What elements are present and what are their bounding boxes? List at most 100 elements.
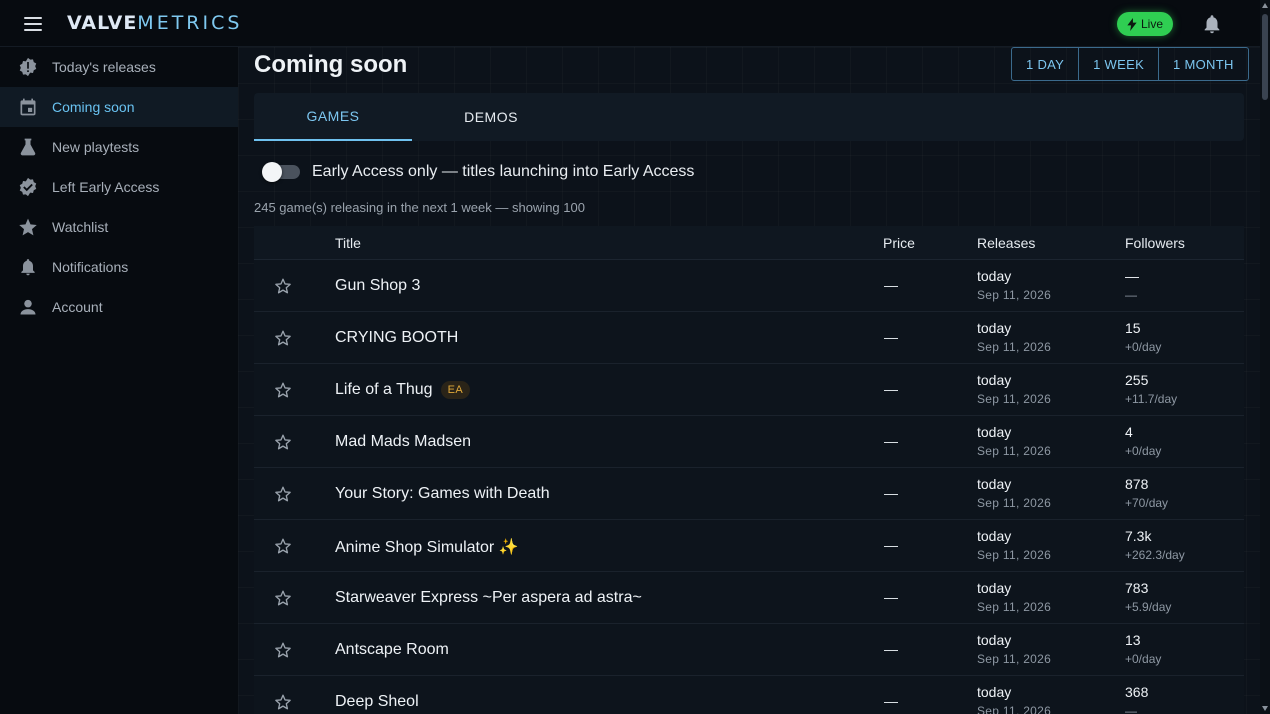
page-title: Coming soon <box>254 51 408 78</box>
table-row[interactable]: Gun Shop 3— today Sep 11, 2026— — <box>254 260 1244 312</box>
star-outline-icon[interactable] <box>274 277 292 295</box>
table-row[interactable]: Deep Sheol — today Sep 11, 2026 368 — <box>254 676 1244 714</box>
price-value: — <box>884 433 898 449</box>
game-title-link[interactable]: Your Story: Games with Death <box>335 485 550 503</box>
game-title-cell: Life of a Thug EA <box>335 381 471 399</box>
followers-rate: +0/day <box>1125 652 1162 666</box>
release-date: Sep 11, 2026 <box>977 704 1052 714</box>
star-outline-icon[interactable] <box>274 693 292 711</box>
followers-count: 878 <box>1125 476 1149 492</box>
early-access-badge: EA <box>440 381 471 399</box>
game-title-link[interactable]: Deep Sheol <box>335 693 419 711</box>
star-outline-icon[interactable] <box>274 329 292 347</box>
sidebar-item-label: Notifications <box>52 259 129 275</box>
column-header-releases[interactable]: Releases <box>977 235 1035 251</box>
table-row[interactable]: Antscape Room — today Sep 11, 2026 13 +0/day <box>254 624 1244 676</box>
scroll-up-arrow-icon[interactable] <box>1262 3 1268 8</box>
followers-rate: +0/day <box>1125 444 1162 458</box>
sidebar-item-label: Left Early Access <box>52 179 160 195</box>
star-outline-icon[interactable] <box>274 641 292 659</box>
release-date: Sep 11, 2026 <box>977 652 1052 666</box>
tab-demos[interactable]: DEMOS <box>412 93 570 141</box>
star-outline-icon[interactable] <box>274 485 292 503</box>
release-date: Sep 11, 2026 <box>977 444 1052 458</box>
bell-icon <box>21 259 35 276</box>
table-row[interactable]: CRYING BOOTH — today Sep 11, 2026 15 +0/day <box>254 312 1244 364</box>
game-title-link[interactable]: Anime Shop Simulator ✨ <box>335 537 519 557</box>
table-row[interactable]: Starweaver Express ~Per aspera ad astra~… <box>254 572 1244 624</box>
range-1-week-button[interactable]: 1 WEEK <box>1078 48 1158 80</box>
game-title-cell: Deep Sheol <box>335 693 419 711</box>
price-value: — <box>884 537 898 553</box>
release-date: Sep 11, 2026 <box>977 548 1052 562</box>
star-outline-icon[interactable] <box>274 537 292 555</box>
range-1-day-button[interactable]: 1 DAY <box>1012 48 1078 80</box>
game-title-link[interactable]: Mad Mads Madsen <box>335 433 471 451</box>
game-title-link[interactable]: Gun Shop 3 <box>335 277 420 295</box>
price-value: — <box>884 277 898 293</box>
price-value: — <box>884 589 898 605</box>
hamburger-menu-icon[interactable] <box>24 13 46 35</box>
followers-count: 13 <box>1125 632 1141 648</box>
table-row[interactable]: Mad Mads Madsen — today Sep 11, 2026 4 +0/day <box>254 416 1244 468</box>
column-header-title[interactable]: Title <box>335 235 361 251</box>
game-title-cell: Gun Shop 3 <box>335 277 420 295</box>
table-row[interactable]: Anime Shop Simulator ✨ — today Sep 11, 2026… <box>254 520 1244 572</box>
table-row[interactable]: Your Story: Games with Death — today Sep 11… <box>254 468 1244 520</box>
followers-count: 15 <box>1125 320 1141 336</box>
live-label: Live <box>1140 17 1163 31</box>
early-access-toggle[interactable] <box>262 162 300 182</box>
followers-count: 368 <box>1125 684 1149 700</box>
game-title-cell: Antscape Room <box>335 641 449 659</box>
logo-bold-text: VALVE <box>67 12 138 34</box>
scrollbar-thumb[interactable] <box>1262 14 1268 100</box>
price-value: — <box>884 641 898 657</box>
release-cell: today Sep 11, 2026 <box>977 580 1051 614</box>
live-status-chip[interactable]: Live <box>1117 12 1173 36</box>
game-title-link[interactable]: Life of a Thug <box>335 381 433 399</box>
table-row[interactable]: Life of a Thug EA — today Sep 11, 2026 255 +11… <box>254 364 1244 416</box>
app-logo[interactable]: VALVEMETRICS <box>67 12 242 34</box>
sidebar: Today's releases Coming soon New playtes… <box>0 47 238 714</box>
sidebar-item-account[interactable]: Account <box>0 287 238 327</box>
results-summary: 245 game(s) releasing in the next 1 week… <box>254 200 585 215</box>
release-relative: today <box>977 424 1012 440</box>
toggle-knob <box>262 162 282 182</box>
early-access-toggle-label: Early Access only — titles launching int… <box>312 163 695 180</box>
top-app-bar: VALVEMETRICS Live <box>0 0 1270 47</box>
tab-games[interactable]: GAMES <box>254 93 412 141</box>
scroll-down-arrow-icon[interactable] <box>1262 706 1268 711</box>
game-title-link[interactable]: Antscape Room <box>335 641 449 659</box>
sidebar-item-left-early-access[interactable]: Left Early Access <box>0 167 238 207</box>
page-scrollbar[interactable] <box>1260 0 1270 714</box>
bell-icon[interactable] <box>1201 13 1223 35</box>
sidebar-item-notifications[interactable]: Notifications <box>0 247 238 287</box>
game-title-link[interactable]: CRYING BOOTH <box>335 329 458 347</box>
followers-cell: 368 — <box>1125 684 1148 714</box>
range-1-month-button[interactable]: 1 MONTH <box>1158 48 1248 80</box>
main-content: Coming soon 1 DAY 1 WEEK 1 MONTH GAMES D… <box>238 47 1260 714</box>
price-value: — <box>884 693 898 709</box>
star-outline-icon[interactable] <box>274 433 292 451</box>
game-title-link[interactable]: Starweaver Express ~Per aspera ad astra~ <box>335 589 642 607</box>
release-cell: today Sep 11, 2026 <box>977 372 1051 406</box>
star-outline-icon[interactable] <box>274 589 292 607</box>
sidebar-item-new-playtests[interactable]: New playtests <box>0 127 238 167</box>
game-title-cell: Starweaver Express ~Per aspera ad astra~ <box>335 589 642 607</box>
followers-rate: — <box>1125 288 1137 302</box>
sidebar-item-coming-soon[interactable]: Coming soon <box>0 87 238 127</box>
followers-count: — <box>1125 268 1139 284</box>
column-header-followers[interactable]: Followers <box>1125 235 1185 251</box>
release-cell: today Sep 11, 2026 <box>977 528 1051 562</box>
followers-rate: +5.9/day <box>1125 600 1172 614</box>
table-header: Title Price Releases Followers <box>254 226 1244 260</box>
sidebar-item-watchlist[interactable]: Watchlist <box>0 207 238 247</box>
release-relative: today <box>977 528 1012 544</box>
star-outline-icon[interactable] <box>274 381 292 399</box>
table-body: Gun Shop 3 — today Sep 11, 2026 — — CRYING BOO… <box>254 260 1244 714</box>
release-relative: today <box>977 372 1012 388</box>
followers-rate: +11.7/day <box>1125 392 1178 406</box>
sidebar-item-todays-releases[interactable]: Today's releases <box>0 47 238 87</box>
game-title-cell: Your Story: Games with Death <box>335 485 550 503</box>
column-header-price[interactable]: Price <box>883 235 915 251</box>
